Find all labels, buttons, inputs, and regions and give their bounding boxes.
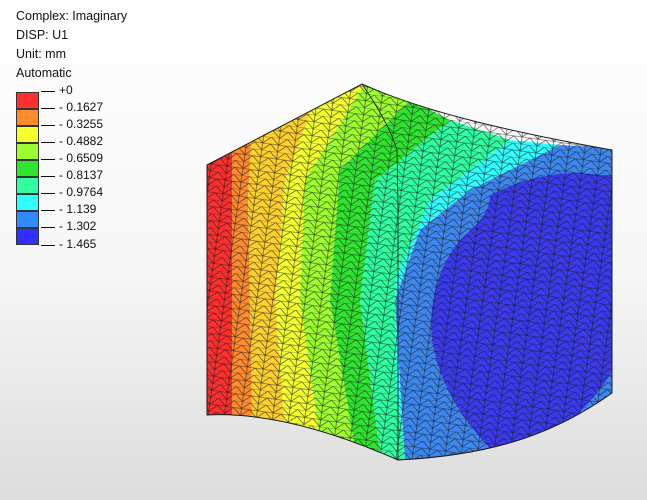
legend-label: - 0.6509 — [40, 151, 104, 165]
legend-label: - 0.1627 — [40, 100, 104, 114]
range-mode-label: Automatic — [16, 66, 72, 80]
legend-label: +0 — [41, 83, 73, 97]
legend-swatch — [16, 194, 39, 211]
legend-swatch — [16, 92, 39, 109]
legend-swatch — [16, 177, 39, 194]
legend-label: - 0.3255 — [40, 117, 104, 131]
result-info-panel: Complex: Imaginary DISP: U1 Unit: mm Aut… — [16, 7, 127, 83]
complex-mode-label: Complex: Imaginary — [16, 9, 128, 23]
variable-label: DISP: U1 — [16, 28, 69, 42]
legend-label: - 0.8137 — [40, 168, 104, 182]
legend-swatch — [16, 143, 39, 160]
legend-label: - 1.465 — [40, 237, 97, 251]
fea-mesh-model — [207, 84, 612, 460]
legend-label: - 0.4882 — [40, 134, 104, 148]
unit-label: Unit: mm — [16, 47, 66, 61]
legend-swatch — [16, 160, 39, 177]
legend-label: - 0.9764 — [40, 185, 104, 199]
legend-label: - 1.139 — [40, 202, 97, 216]
legend-swatch — [16, 211, 39, 228]
legend-swatch — [16, 126, 39, 143]
legend-swatch — [16, 109, 39, 126]
legend-row: - 1.465 — [16, 228, 156, 251]
